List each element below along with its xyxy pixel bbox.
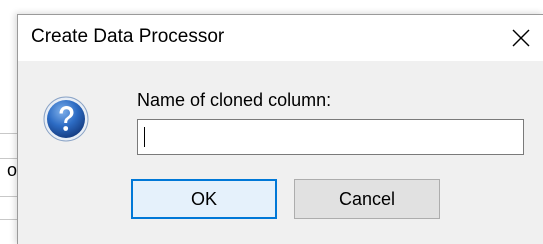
dialog-body: Name of cloned column: OK Cancel bbox=[18, 61, 543, 244]
question-icon bbox=[43, 96, 89, 142]
background-text: o bbox=[7, 160, 18, 180]
close-icon bbox=[512, 29, 530, 47]
prompt-label: Name of cloned column: bbox=[137, 90, 332, 110]
dialog-title: Create Data Processor bbox=[31, 26, 225, 47]
dialog-titlebar: Create Data Processor bbox=[18, 15, 543, 61]
screen: o Create Data Processor Name of cloned c… bbox=[0, 0, 543, 244]
close-button[interactable] bbox=[498, 15, 543, 61]
create-data-processor-dialog: Create Data Processor Name of cloned col… bbox=[17, 14, 543, 244]
text-caret bbox=[144, 127, 145, 147]
cloned-column-name-input[interactable] bbox=[137, 119, 524, 155]
cancel-button[interactable]: Cancel bbox=[294, 179, 440, 219]
ok-button[interactable]: OK bbox=[131, 179, 277, 219]
